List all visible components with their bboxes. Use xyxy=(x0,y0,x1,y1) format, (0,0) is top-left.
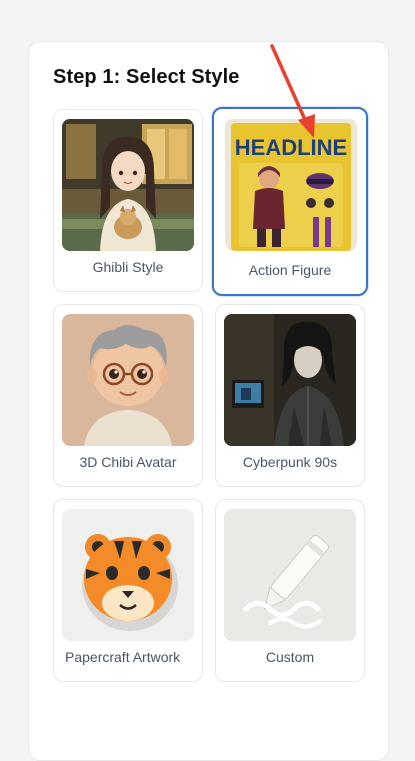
style-card-3d-chibi[interactable]: 3D Chibi Avatar xyxy=(53,304,203,487)
style-card-papercraft[interactable]: Papercraft Artwork xyxy=(53,499,203,682)
style-label: Cyberpunk 90s xyxy=(242,454,338,470)
action-figure-thumbnail: HEADLINE xyxy=(225,119,357,251)
papercraft-thumbnail xyxy=(62,509,194,641)
style-card-cyberpunk-90s[interactable]: Cyberpunk 90s xyxy=(215,304,365,487)
custom-pencil-thumbnail xyxy=(224,509,356,641)
style-card-custom[interactable]: Custom xyxy=(215,499,365,682)
chibi-avatar-thumbnail xyxy=(62,314,194,446)
ghibli-style-thumbnail xyxy=(62,119,194,251)
style-card-ghibli[interactable]: Ghibli Style xyxy=(53,109,203,292)
style-card-action-figure[interactable]: HEADLINE Action Figure xyxy=(212,107,368,296)
cyberpunk-thumbnail xyxy=(224,314,356,446)
style-label: Papercraft Artwork xyxy=(65,649,181,665)
style-label: 3D Chibi Avatar xyxy=(79,454,177,470)
style-label: Action Figure xyxy=(248,262,332,278)
step-title: Step 1: Select Style xyxy=(53,66,240,88)
style-label: Custom xyxy=(265,649,315,665)
headline-text: HEADLINE xyxy=(235,135,347,160)
style-label: Ghibli Style xyxy=(92,259,164,275)
